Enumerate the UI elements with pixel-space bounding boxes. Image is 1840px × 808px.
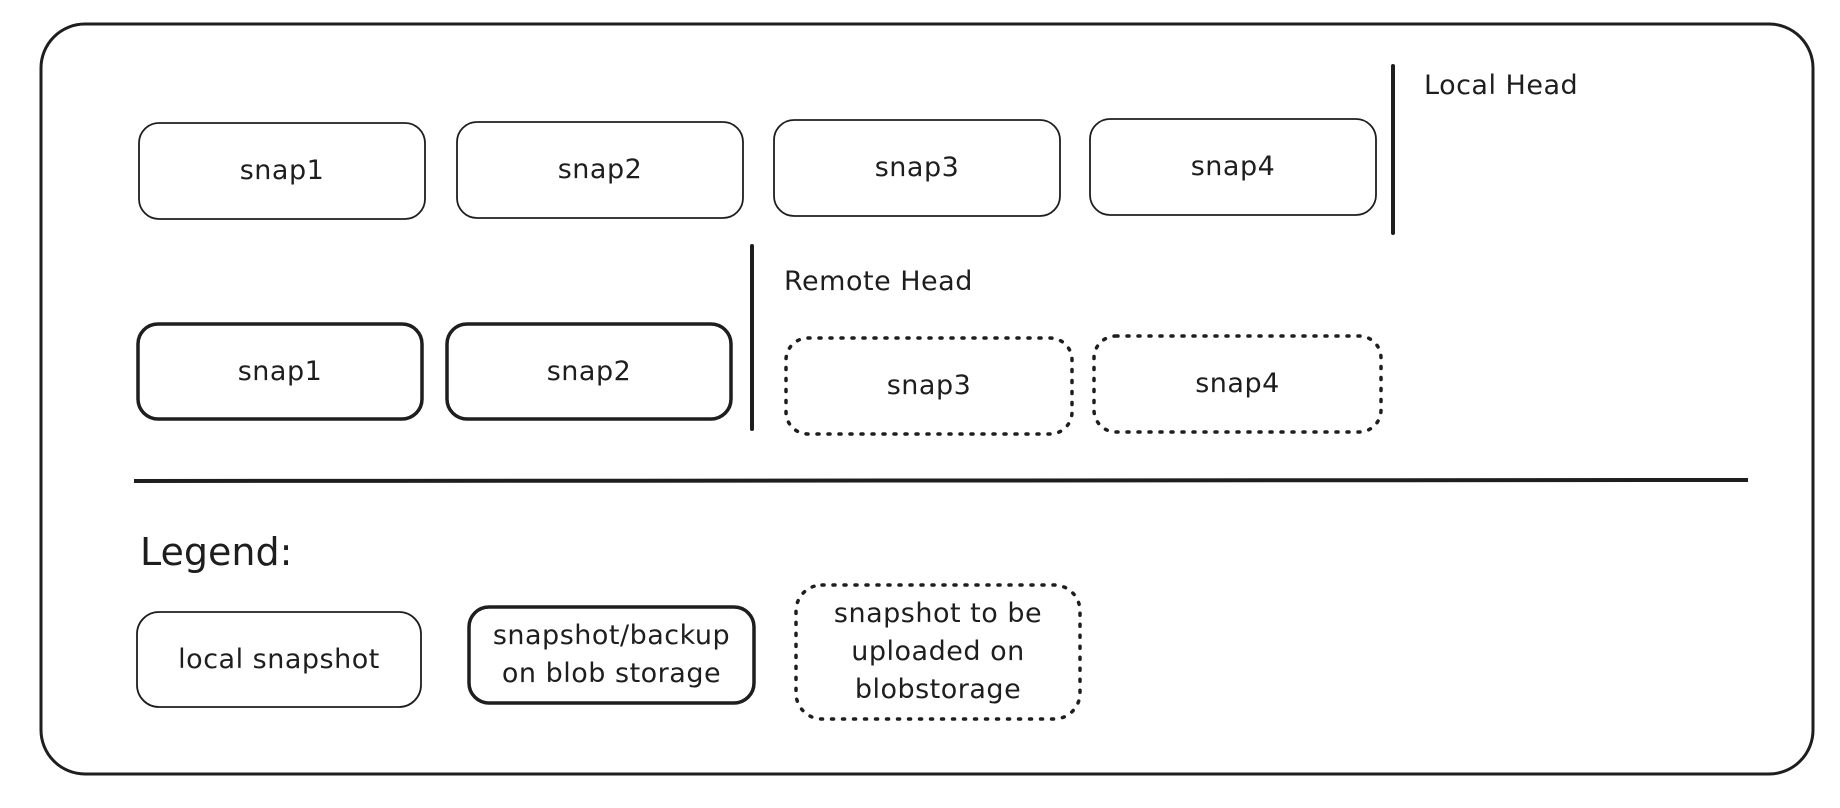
legend-label-local: local snapshot <box>178 643 380 675</box>
remote-head-label: Remote Head <box>784 266 973 297</box>
local-snapshot-label: snap3 <box>874 152 960 183</box>
legend-title: Legend: <box>140 530 293 574</box>
local-snapshot-label: snap2 <box>557 154 643 185</box>
local-snapshot-label: snap1 <box>239 155 325 186</box>
local-snapshot-label: snap4 <box>1190 151 1276 182</box>
blob-snapshot-label: snap1 <box>237 355 323 387</box>
legend-divider <box>133 478 1749 483</box>
blob-snapshot-label: snap2 <box>546 355 632 387</box>
legend-label-pending: snapshot to be uploaded on blobstorage <box>833 598 1043 705</box>
local-head-label: Local Head <box>1424 70 1579 101</box>
pending-snapshot-label: snap3 <box>886 370 972 401</box>
pending-snapshot-label: snap4 <box>1195 368 1280 399</box>
legend-label-blob: snapshot/backup on blob storage <box>492 620 731 689</box>
